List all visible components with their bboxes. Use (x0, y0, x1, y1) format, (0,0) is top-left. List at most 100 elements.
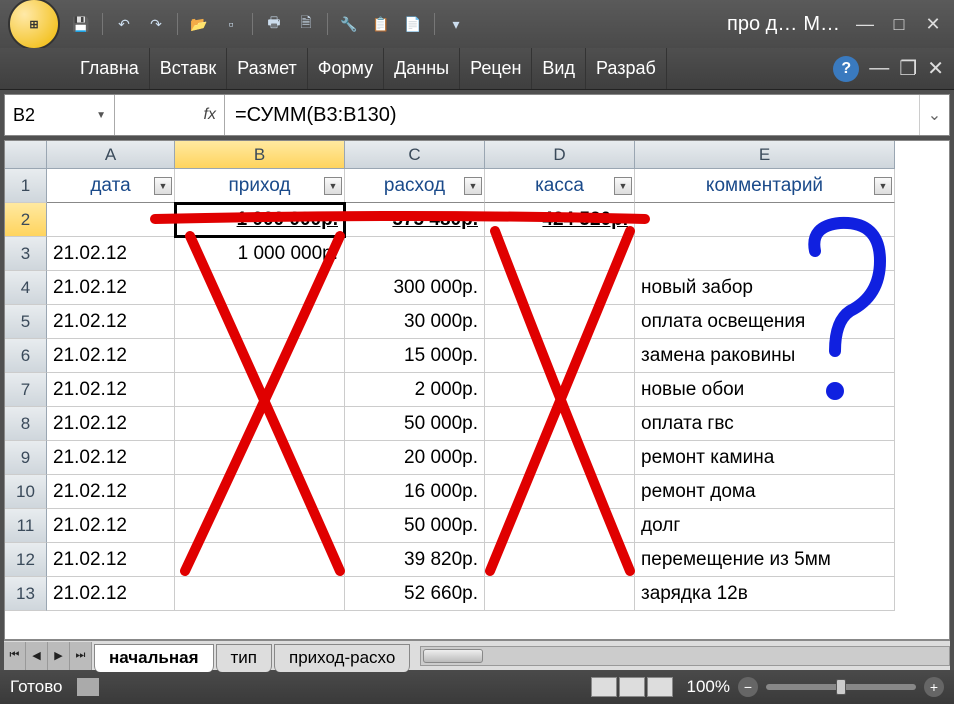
cell[interactable]: 16 000р. (345, 475, 485, 509)
prev-sheet-button[interactable]: ◀ (26, 642, 48, 670)
maximize-button[interactable]: □ (886, 11, 912, 37)
zoom-slider[interactable] (766, 684, 916, 690)
filter-dropdown-icon[interactable]: ▼ (154, 177, 172, 195)
cell[interactable]: 50 000р. (345, 407, 485, 441)
tab-home[interactable]: Главна (70, 48, 150, 89)
cell[interactable]: 575 480р. (345, 203, 485, 237)
row-header[interactable]: 2 (5, 203, 47, 237)
minimize-button[interactable]: ― (852, 11, 878, 37)
cell[interactable]: 50 000р. (345, 509, 485, 543)
last-sheet-button[interactable]: ⏭ (70, 642, 92, 670)
cell[interactable]: перемещение из 5мм (635, 543, 895, 577)
column-header[interactable]: C (345, 141, 485, 169)
open-icon[interactable]: 📂 (186, 11, 212, 37)
row-header[interactable]: 9 (5, 441, 47, 475)
row-header[interactable]: 4 (5, 271, 47, 305)
cell[interactable] (175, 577, 345, 611)
print-icon[interactable]: 🖶 (261, 11, 287, 37)
header-cell[interactable]: комментарий▼ (635, 169, 895, 203)
cell[interactable] (175, 407, 345, 441)
cell[interactable]: 52 660р. (345, 577, 485, 611)
filter-dropdown-icon[interactable]: ▼ (464, 177, 482, 195)
copy-icon[interactable]: 📋 (368, 11, 394, 37)
cell[interactable]: 21.02.12 (47, 237, 175, 271)
row-header[interactable]: 3 (5, 237, 47, 271)
redo-icon[interactable]: ↷ (143, 11, 169, 37)
cell[interactable] (175, 339, 345, 373)
sheet-tab[interactable]: тип (216, 644, 273, 672)
cell[interactable] (635, 203, 895, 237)
select-all-corner[interactable] (5, 141, 47, 169)
row-header[interactable]: 5 (5, 305, 47, 339)
cell[interactable]: долг (635, 509, 895, 543)
cell[interactable] (485, 373, 635, 407)
zoom-out-button[interactable]: − (738, 677, 758, 697)
tab-data[interactable]: Данны (384, 48, 460, 89)
cell[interactable]: оплата гвс (635, 407, 895, 441)
print-preview-icon[interactable]: 🗎 (293, 11, 319, 37)
row-header[interactable]: 6 (5, 339, 47, 373)
cell[interactable]: 21.02.12 (47, 305, 175, 339)
tab-insert[interactable]: Вставк (150, 48, 228, 89)
zoom-level[interactable]: 100% (687, 677, 730, 697)
cell[interactable]: новый забор (635, 271, 895, 305)
tab-view[interactable]: Вид (532, 48, 586, 89)
cell[interactable]: 21.02.12 (47, 373, 175, 407)
save-icon[interactable]: 💾 (68, 11, 94, 37)
cell[interactable]: 30 000р. (345, 305, 485, 339)
row-header[interactable]: 1 (5, 169, 47, 203)
more-icon[interactable]: ▾ (443, 11, 469, 37)
cell[interactable] (485, 271, 635, 305)
normal-view-button[interactable] (591, 677, 617, 697)
filter-dropdown-icon[interactable]: ▼ (614, 177, 632, 195)
row-header[interactable]: 7 (5, 373, 47, 407)
cell[interactable]: зарядка 12в (635, 577, 895, 611)
cell[interactable] (175, 475, 345, 509)
cell[interactable]: ремонт камина (635, 441, 895, 475)
office-button[interactable]: ⊞ (8, 0, 60, 50)
header-cell[interactable]: расход▼ (345, 169, 485, 203)
minimize-ribbon-button[interactable]: ― (869, 57, 889, 80)
cell[interactable]: 39 820р. (345, 543, 485, 577)
horizontal-scrollbar[interactable] (420, 646, 950, 666)
cell[interactable]: оплата освещения (635, 305, 895, 339)
header-cell[interactable]: касса▼ (485, 169, 635, 203)
header-cell[interactable]: дата▼ (47, 169, 175, 203)
tab-review[interactable]: Рецен (460, 48, 532, 89)
row-header[interactable]: 13 (5, 577, 47, 611)
cell[interactable] (485, 339, 635, 373)
row-header[interactable]: 10 (5, 475, 47, 509)
tab-layout[interactable]: Размет (227, 48, 308, 89)
formula-input[interactable]: =СУММ(B3:B130) (225, 95, 919, 135)
cell[interactable]: ремонт дома (635, 475, 895, 509)
cell[interactable] (175, 305, 345, 339)
cell[interactable] (175, 271, 345, 305)
close-doc-button[interactable]: ✕ (927, 56, 944, 81)
cell[interactable]: 21.02.12 (47, 441, 175, 475)
undo-icon[interactable]: ↶ (111, 11, 137, 37)
filter-dropdown-icon[interactable]: ▼ (874, 177, 892, 195)
cell[interactable]: 21.02.12 (47, 339, 175, 373)
cell[interactable] (485, 441, 635, 475)
help-icon[interactable]: ? (833, 56, 859, 82)
row-header[interactable]: 11 (5, 509, 47, 543)
header-cell[interactable]: приход▼ (175, 169, 345, 203)
cell[interactable]: 15 000р. (345, 339, 485, 373)
cell[interactable] (485, 237, 635, 271)
cell[interactable]: 1 000 000р. (175, 237, 345, 271)
tab-developer[interactable]: Разраб (586, 48, 667, 89)
cell[interactable]: 20 000р. (345, 441, 485, 475)
cell[interactable]: 1 000 000р. (175, 203, 345, 237)
tool-icon[interactable]: 🔧 (336, 11, 362, 37)
cell[interactable] (345, 237, 485, 271)
scrollbar-thumb[interactable] (423, 649, 483, 663)
cell[interactable]: замена раковины (635, 339, 895, 373)
next-sheet-button[interactable]: ▶ (48, 642, 70, 670)
zoom-in-button[interactable]: + (924, 677, 944, 697)
cell[interactable] (47, 203, 175, 237)
first-sheet-button[interactable]: ⏮ (4, 642, 26, 670)
cell[interactable]: 21.02.12 (47, 475, 175, 509)
row-header[interactable]: 12 (5, 543, 47, 577)
restore-window-button[interactable]: ❐ (899, 56, 917, 81)
cell[interactable] (175, 441, 345, 475)
